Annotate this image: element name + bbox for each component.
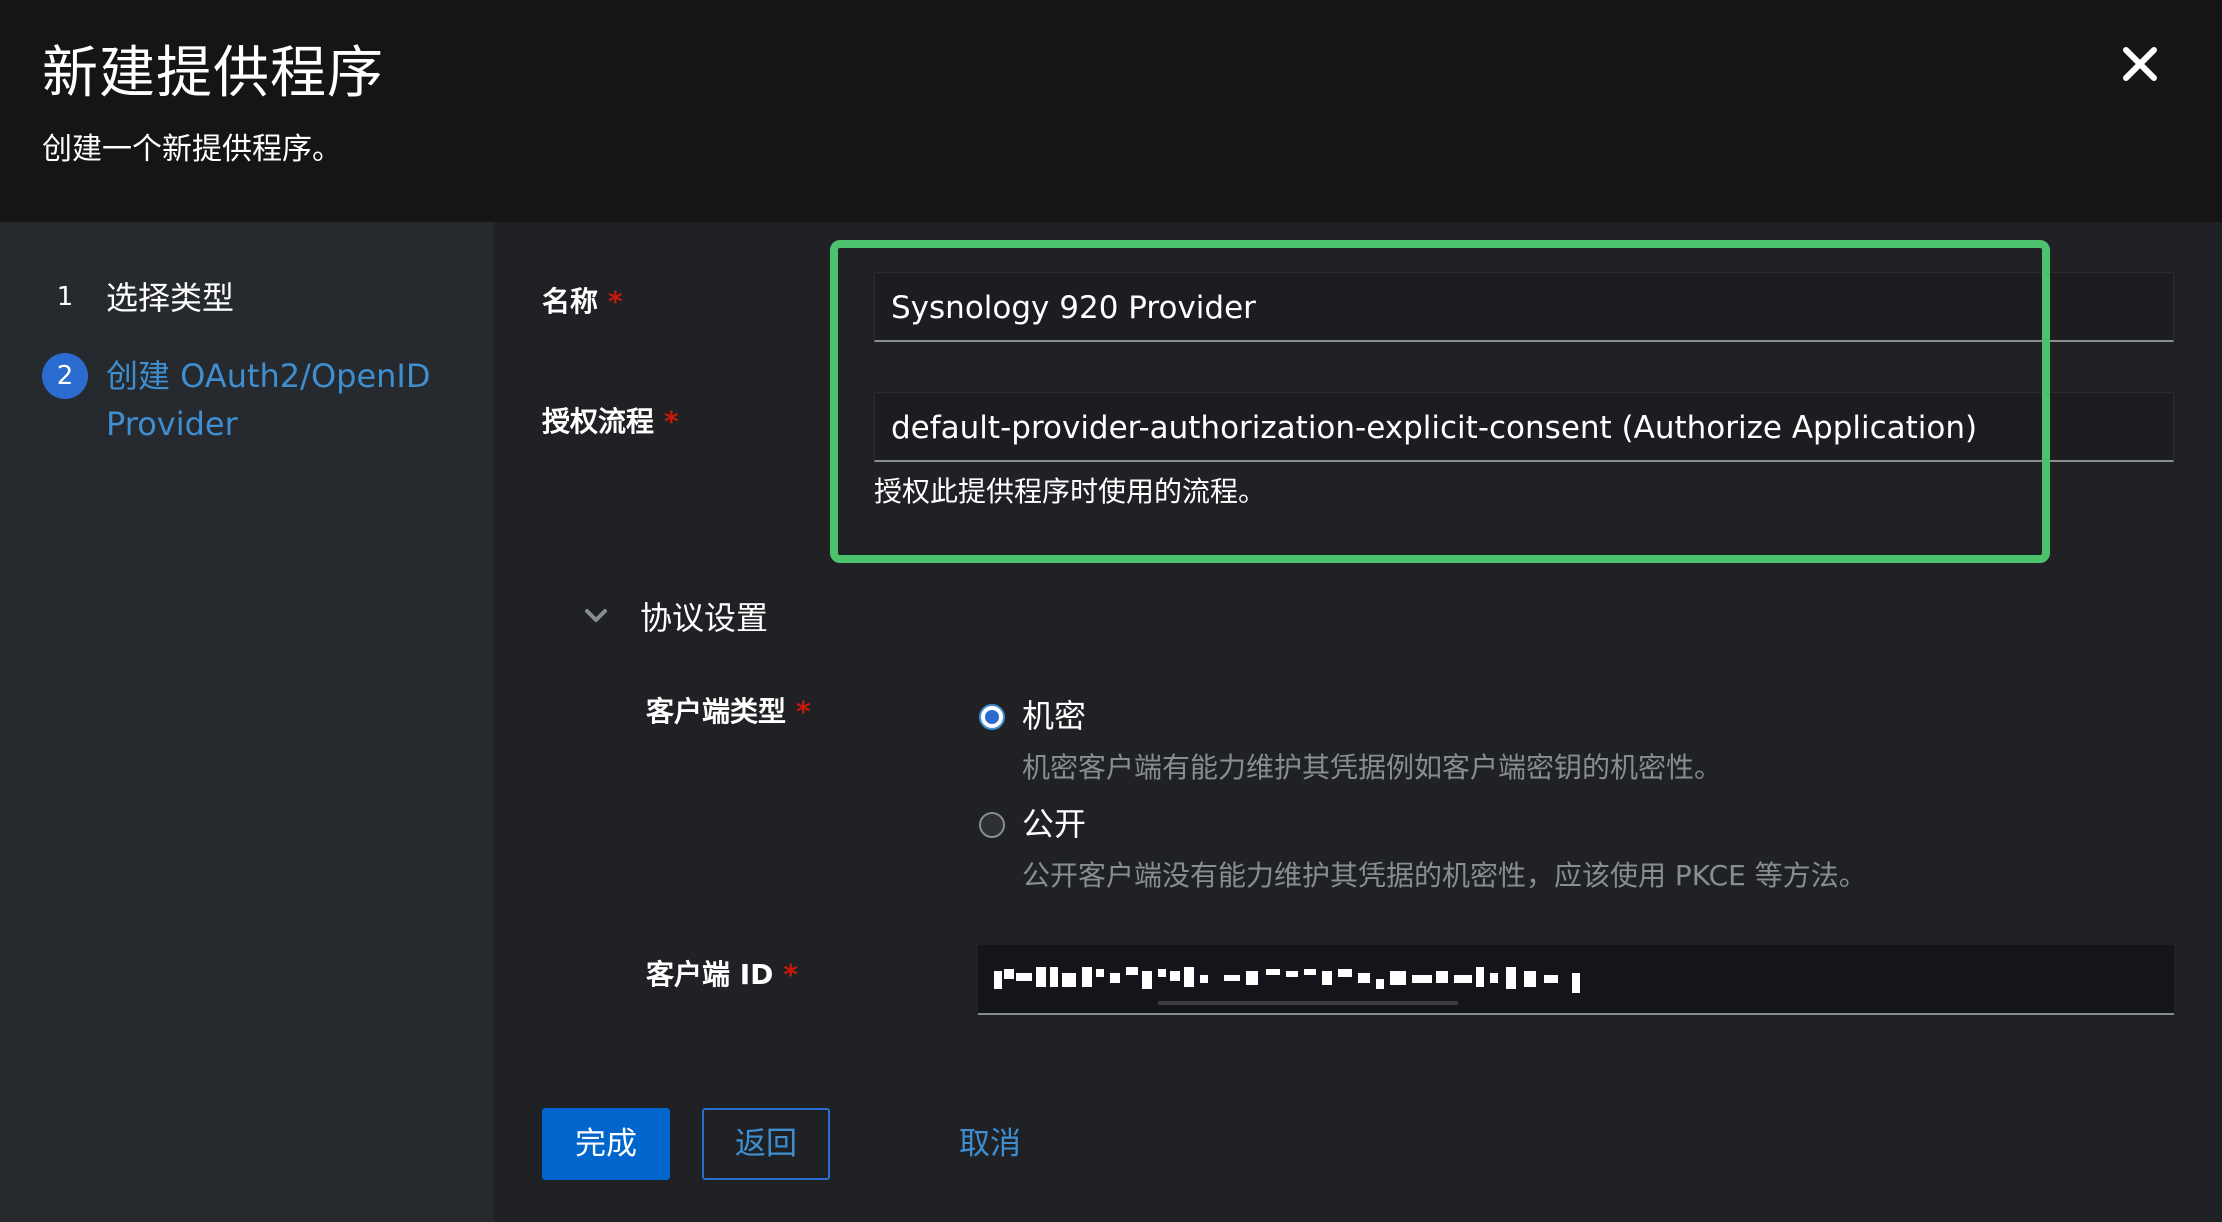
public-radio-label[interactable]: 公开 [1022,802,1086,846]
modal-title: 新建提供程序 [42,41,384,106]
client-id-label: 客户端 ID * [646,958,799,991]
required-marker: * [608,285,623,318]
chevron-down-icon [585,609,607,622]
confidential-description: 机密客户端有能力维护其凭据例如客户端密钥的机密性。 [1022,751,1723,784]
required-marker: * [783,958,799,991]
wizard-step-select-type[interactable]: 1 选择类型 [0,270,494,326]
modal-subtitle: 创建一个新提供程序。 [42,132,342,167]
step-label: 创建 OAuth2/OpenID [106,357,431,395]
finish-button[interactable]: 完成 [542,1108,670,1180]
client-id-input[interactable] [978,945,2174,1015]
flow-label: 授权流程 * [542,405,679,438]
confidential-radio[interactable] [979,704,1005,730]
public-radio[interactable] [979,812,1005,838]
step-number: 2 [42,353,88,399]
required-marker: * [796,695,811,728]
name-input[interactable]: Sysnology 920 Provider [874,272,2174,342]
client-type-label: 客户端类型 * [646,695,811,728]
protocol-settings-label: 协议设置 [640,599,769,637]
step-number: 1 [56,282,74,312]
close-button[interactable] [2118,42,2162,86]
radio-dot [985,710,999,724]
confidential-radio-label[interactable]: 机密 [1022,694,1086,738]
public-description: 公开客户端没有能力维护其凭据的机密性，应该使用 PKCE 等方法。 [1022,859,1867,892]
redacted-value [994,967,1580,1005]
step-label: 选择类型 [106,279,235,317]
close-icon [2123,47,2157,81]
back-button[interactable]: 返回 [702,1108,830,1180]
flow-helper-text: 授权此提供程序时使用的流程。 [874,475,1267,508]
required-marker: * [664,405,679,438]
step-label-continued: Provider [106,405,238,443]
wizard-nav: 1 选择类型 2 创建 OAuth2/OpenID Provider [0,222,494,1222]
modal-header: 新建提供程序 创建一个新提供程序。 [0,0,2222,222]
wizard-step-create-provider[interactable]: 2 创建 OAuth2/OpenID Provider [0,350,494,460]
flow-select[interactable]: default-provider-authorization-explicit-… [874,392,2174,462]
name-label: 名称 * [542,285,623,318]
cancel-button[interactable]: 取消 [940,1108,1040,1180]
